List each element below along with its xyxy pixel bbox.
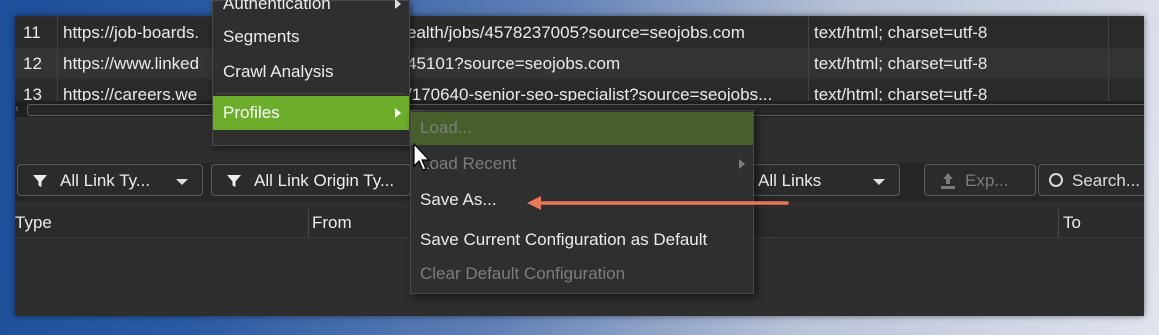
search-icon [1049, 173, 1063, 187]
menu-item-load[interactable]: Load... [411, 112, 753, 145]
chevron-right-icon [395, 108, 401, 118]
column-divider [808, 16, 809, 101]
row-url-tail: ealth/jobs/4578237005?source=seojobs.com [407, 23, 745, 42]
menu-item-label: Load... [420, 118, 472, 137]
menu-item-load-recent[interactable]: Load Recent [411, 148, 753, 180]
column-divider [308, 209, 309, 237]
menu-item-label: Load Recent [420, 154, 517, 173]
row-number: 11 [23, 23, 41, 42]
row-number: 12 [23, 54, 42, 73]
column-header-from[interactable]: From [312, 209, 352, 237]
menu-item-clear-default[interactable]: Clear Default Configuration [411, 258, 753, 290]
menu-item-label: Authentication [223, 0, 331, 13]
funnel-icon [33, 175, 47, 187]
annotation-arrow-icon [527, 196, 789, 210]
menu-item-crawl-analysis[interactable]: Crawl Analysis [213, 56, 409, 88]
link-type-dropdown[interactable]: All Link Ty... [17, 164, 203, 196]
row-content-type: text/html; charset=utf-8 [814, 54, 988, 73]
menu-item-profiles[interactable]: Profiles [213, 96, 409, 130]
search-placeholder: Search... [1072, 171, 1141, 190]
menu-item-label: Save Current Configuration as Default [420, 230, 708, 249]
menu-item-label: Save As... [420, 190, 497, 209]
search-input[interactable]: Search... [1038, 164, 1144, 196]
mouse-cursor-icon [413, 143, 431, 171]
chevron-right-icon [739, 159, 745, 169]
funnel-icon [227, 175, 241, 187]
export-icon [941, 173, 955, 189]
column-divider [1058, 209, 1059, 237]
export-button[interactable]: Exp... [924, 164, 1036, 196]
column-header-type[interactable]: Type [15, 209, 52, 237]
menu-separator [217, 93, 405, 94]
column-header-to[interactable]: To [1063, 209, 1081, 237]
table-row[interactable]: 12 https://www.linked 45101?source=seojo… [15, 49, 1144, 78]
column-divider [1108, 16, 1109, 101]
menu-item-segments[interactable]: Segments [213, 21, 409, 53]
chevron-down-icon [176, 179, 188, 185]
menu-item-save-default[interactable]: Save Current Configuration as Default [411, 224, 753, 256]
menu-item-label: Crawl Analysis [223, 62, 334, 81]
menu-item-label: Clear Default Configuration [420, 264, 626, 283]
link-origin-label: All Link Origin Ty... [254, 171, 395, 190]
column-divider [57, 16, 58, 101]
chevron-right-icon [395, 0, 401, 9]
scroll-left-icon[interactable]: ‹ [15, 103, 19, 115]
menu-item-label: Segments [223, 27, 300, 46]
chevron-down-icon [873, 179, 885, 185]
export-label: Exp... [965, 171, 1009, 190]
menu-item-authentication[interactable]: Authentication [213, 0, 409, 20]
menu-item-label: Profiles [223, 103, 280, 122]
row-url-tail: 45101?source=seojobs.com [407, 54, 621, 73]
row-content-type: text/html; charset=utf-8 [814, 23, 988, 42]
all-links-dropdown[interactable]: All Links [748, 164, 900, 196]
configuration-menu: Authentication Segments Crawl Analysis P… [212, 0, 410, 146]
link-type-label: All Link Ty... [60, 171, 151, 190]
link-origin-dropdown[interactable]: All Link Origin Ty... [211, 164, 411, 196]
table-row[interactable]: 11 https://job-boards. ealth/jobs/457823… [15, 18, 1144, 47]
